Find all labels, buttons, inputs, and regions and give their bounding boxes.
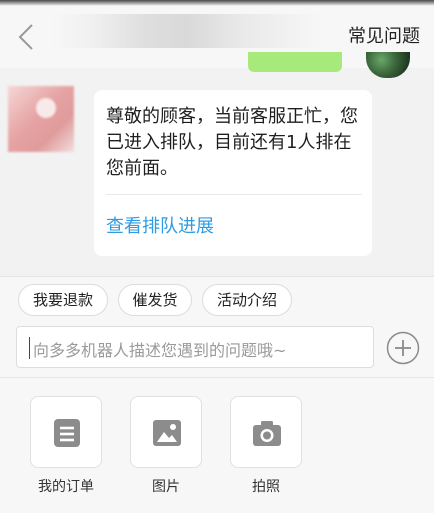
top-shadow: [0, 0, 434, 6]
queue-progress-link[interactable]: 查看排队进展: [106, 212, 214, 238]
plus-icon[interactable]: [386, 331, 420, 365]
blurred-title: [52, 14, 322, 48]
tool-image-label: 图片: [152, 479, 180, 495]
faq-link[interactable]: 常见问题: [348, 22, 420, 48]
user-message-bubble: [248, 52, 342, 72]
image-icon: [153, 420, 181, 446]
bubble-divider: [106, 194, 362, 195]
agent-avatar-detail: [36, 98, 56, 118]
input-placeholder: 向多多机器人描述您遇到的问题哦~: [33, 341, 287, 360]
quick-reply-refund[interactable]: 我要退款: [18, 284, 108, 316]
quick-reply-urge-shipping[interactable]: 催发货: [118, 284, 192, 316]
back-icon[interactable]: [14, 22, 38, 52]
tool-camera-label: 拍照: [252, 479, 280, 495]
agent-message-bubble: 尊敬的顾客，当前客服正忙，您已进入排队，目前还有1人排在您前面。 查看排队进展: [94, 90, 372, 256]
camera-icon: [253, 421, 281, 446]
tool-image[interactable]: [130, 396, 202, 468]
message-input[interactable]: 向多多机器人描述您遇到的问题哦~: [16, 326, 374, 368]
quick-reply-promotion[interactable]: 活动介绍: [202, 284, 292, 316]
tool-camera[interactable]: [230, 396, 302, 468]
document-icon: [54, 419, 80, 447]
text-caret: [29, 337, 30, 359]
agent-message-text: 尊敬的顾客，当前客服正忙，您已进入排队，目前还有1人排在您前面。: [106, 106, 358, 179]
panel-divider: [0, 377, 434, 378]
tool-my-orders-label: 我的订单: [38, 479, 94, 495]
tool-my-orders[interactable]: [30, 396, 102, 468]
agent-avatar: [8, 86, 74, 152]
